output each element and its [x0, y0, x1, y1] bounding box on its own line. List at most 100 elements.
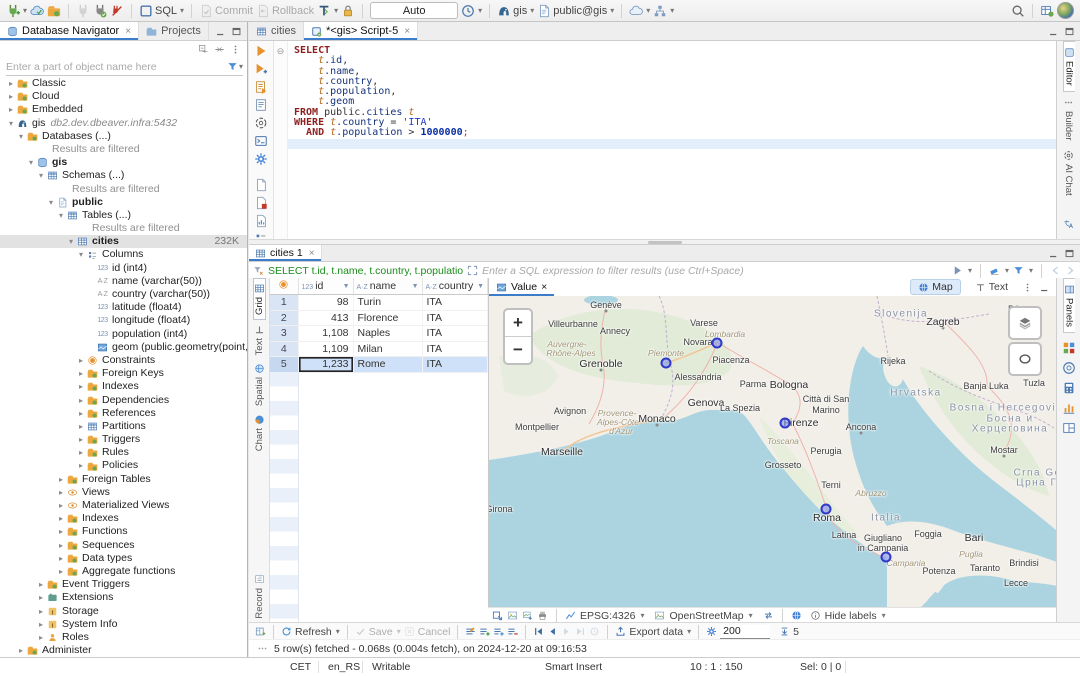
cell-name[interactable]: Turin	[353, 294, 423, 311]
tree-item-views[interactable]: ▸ Views	[0, 486, 247, 499]
tree-expander[interactable]: ▸	[76, 354, 86, 367]
row-number[interactable]: 3	[270, 325, 299, 342]
tree-item-administer[interactable]: ▸ Administer	[0, 644, 247, 657]
table-row[interactable]: 3 1,108 Naples ITA	[270, 325, 488, 342]
tree-item-triggers[interactable]: ▸ Triggers	[0, 433, 247, 446]
sort-filter-icon[interactable]: ▼	[477, 283, 484, 290]
network-share-icon[interactable]: ▾	[653, 4, 674, 18]
delete-row-icon[interactable]	[507, 626, 519, 637]
tree-expander[interactable]: ▾	[26, 156, 36, 169]
tree-expander[interactable]: ▸	[76, 367, 86, 380]
copy-image-icon[interactable]	[507, 610, 518, 621]
fetch-next-page-icon[interactable]	[589, 626, 600, 637]
map-marker-milan[interactable]	[711, 337, 723, 349]
tree-expander[interactable]: ▸	[76, 394, 86, 407]
status-timezone[interactable]: CET	[290, 661, 311, 673]
cell-id[interactable]: 1,108	[298, 325, 354, 342]
cell-name[interactable]: Milan	[353, 341, 423, 357]
tree-item-cities[interactable]: ▾ cities 232K	[0, 235, 247, 249]
cell-country[interactable]: ITA	[422, 341, 488, 357]
tree-item-latitude-float4-[interactable]: 123 latitude (float4)	[0, 301, 247, 314]
tree-item-constraints[interactable]: ▸ Constraints	[0, 354, 247, 367]
map-export-icon[interactable]	[492, 610, 503, 621]
fetch-settings-gear-icon[interactable]	[706, 626, 717, 637]
leaflet-map[interactable]: Genève Villeurbanne Annecy Auvergne- Rhône-A…	[489, 296, 1056, 623]
expand-icon[interactable]	[467, 265, 478, 276]
strip-tab-editor[interactable]: Editor	[1062, 41, 1075, 92]
status-locale[interactable]: en_RS	[328, 661, 360, 673]
tree-item-event-triggers[interactable]: ▸ Event Triggers	[0, 578, 247, 591]
close-icon[interactable]: ×	[125, 26, 131, 37]
cell-id[interactable]: 413	[298, 310, 354, 326]
refresh-icon[interactable]	[281, 626, 292, 637]
cell-id[interactable]: 1,233	[298, 356, 354, 373]
link-with-editor-icon[interactable]	[214, 44, 225, 55]
metadata-panel-icon[interactable]	[1062, 361, 1076, 375]
row-number[interactable]: 4	[270, 341, 299, 357]
tree-expander[interactable]: ▸	[56, 486, 66, 499]
tree-item-classic[interactable]: ▸ Classic	[0, 77, 247, 90]
tree-item-functions[interactable]: ▸ Functions	[0, 525, 247, 538]
sql-line[interactable]: SELECT	[294, 45, 1056, 56]
save-button[interactable]: Save	[369, 626, 393, 638]
column-header-id[interactable]: 123 id ▼	[298, 278, 354, 295]
tree-expander[interactable]: ▸	[36, 578, 46, 591]
public-gis-button[interactable]: public@gis ▾	[537, 4, 614, 18]
epsg-selector[interactable]: EPSG:4326	[580, 610, 635, 622]
tree-expander[interactable]: ▾	[46, 196, 56, 209]
bookmark-table-icon[interactable]	[1040, 4, 1054, 18]
user-avatar[interactable]	[1057, 2, 1074, 19]
table-row[interactable]: 4 1,109 Milan ITA	[270, 341, 488, 357]
save-image-icon[interactable]	[522, 610, 533, 621]
editor-tab-script[interactable]: *<gis> Script-5 ×	[304, 22, 419, 40]
tree-item-gis[interactable]: ▾ gis	[0, 156, 247, 169]
close-icon[interactable]: ×	[541, 281, 547, 293]
view-menu-icon[interactable]	[230, 44, 241, 55]
close-icon[interactable]: ×	[309, 248, 315, 259]
globe-icon[interactable]	[791, 610, 802, 621]
tree-item-id-int4-[interactable]: 123 id (int4)	[0, 262, 247, 275]
tree-expander[interactable]: ▾	[6, 117, 16, 130]
tree-item-roles[interactable]: ▸ Roles	[0, 631, 247, 644]
table-row[interactable]: 2 413 Florence ITA	[270, 310, 488, 326]
maximize-icon[interactable]	[231, 26, 242, 37]
script-icon[interactable]	[254, 98, 268, 112]
tree-expander[interactable]: ▸	[6, 103, 16, 116]
sql-line[interactable]: t.name,	[294, 66, 1056, 77]
translate-icon[interactable]	[1063, 219, 1074, 230]
tree-expander[interactable]: ▸	[76, 407, 86, 420]
cell-id[interactable]: 98	[298, 294, 354, 311]
exec-new-tab-icon[interactable]	[254, 62, 268, 76]
presentation-tab-chart[interactable]: Chart	[254, 410, 265, 455]
tree-item-aggregate-functions[interactable]: ▸ Aggregate functions	[0, 565, 247, 578]
tree-item-partitions[interactable]: ▸ Partitions	[0, 420, 247, 433]
splitter-grip[interactable]	[647, 241, 682, 244]
minimize-icon[interactable]	[1039, 282, 1050, 293]
tree-expander[interactable]: ▾	[16, 130, 26, 143]
avatar[interactable]	[1057, 2, 1074, 19]
print-icon[interactable]	[537, 610, 548, 621]
search-icon[interactable]	[1011, 4, 1025, 18]
tree-item-system-info[interactable]: ▸ i System Info	[0, 618, 247, 631]
duplicate-row-icon[interactable]	[493, 626, 505, 637]
tree-expander[interactable]: ▸	[36, 605, 46, 618]
navigator-filter-input[interactable]: Enter a part of object name here ▾	[6, 58, 243, 76]
strip-tab-panels[interactable]: Panels	[1062, 278, 1075, 334]
calc-panel-icon[interactable]	[1062, 381, 1076, 395]
map-layers-control[interactable]	[1008, 306, 1042, 340]
tree-expander[interactable]: ▸	[56, 565, 66, 578]
tree-item-materialized-views[interactable]: ▸ Materialized Views	[0, 499, 247, 512]
tree-item-foreign-keys[interactable]: ▸ Foreign Keys	[0, 367, 247, 380]
edit-row-icon[interactable]	[465, 626, 476, 637]
add-row-icon[interactable]	[479, 626, 491, 637]
tree-expander[interactable]: ▾	[36, 169, 46, 182]
minimize-icon[interactable]	[1048, 248, 1059, 259]
sort-filter-icon[interactable]: ▼	[412, 283, 419, 290]
maximize-icon[interactable]	[1064, 248, 1075, 259]
tree-item-indexes[interactable]: ▸ Indexes	[0, 380, 247, 393]
history-forward-icon[interactable]	[1065, 265, 1076, 276]
maximize-icon[interactable]	[1064, 26, 1075, 37]
fetch-size-input[interactable]	[720, 624, 771, 639]
sql-editor-code[interactable]: SELECT t.id, t.name, t.country, t.popula…	[288, 41, 1056, 239]
tree-item-embedded[interactable]: ▸ Embedded	[0, 103, 247, 116]
